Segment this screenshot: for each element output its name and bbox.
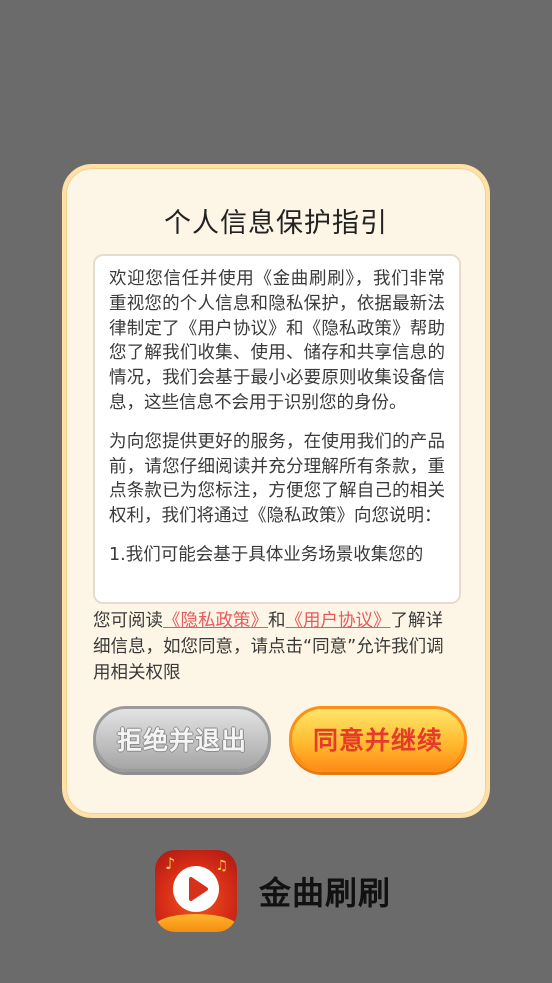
- dialog-title: 个人信息保护指引: [164, 208, 388, 239]
- privacy-policy-link[interactable]: 《隐私政策》: [163, 611, 268, 631]
- policy-text-content: 欢迎您信任并使用《金曲刷刷》，我们非常重视您的个人信息和隐私保护，依据最新法律制…: [95, 256, 459, 568]
- scroll-fade-overlay: [95, 574, 459, 602]
- consent-notice: 您可阅读《隐私政策》和《用户协议》了解详细信息，如您同意，请点击“同意”允许我们…: [93, 608, 460, 686]
- agree-and-continue-button[interactable]: 同意并继续: [289, 706, 467, 772]
- play-icon: [173, 866, 219, 912]
- policy-scroll-area[interactable]: 欢迎您信任并使用《金曲刷刷》，我们非常重视您的个人信息和隐私保护，依据最新法律制…: [93, 254, 461, 604]
- user-agreement-link[interactable]: 《用户协议》: [286, 611, 391, 631]
- icon-gold-base: [155, 914, 237, 932]
- privacy-dialog: 个人信息保护指引 欢迎您信任并使用《金曲刷刷》，我们非常重视您的个人信息和隐私保…: [62, 164, 490, 818]
- reject-and-exit-button[interactable]: 拒绝并退出: [93, 706, 271, 772]
- policy-paragraph: 为向您提供更好的服务，在使用我们的产品前，请您仔细阅读并充分理解所有条款，重点条…: [109, 431, 445, 527]
- policy-paragraph: 1.我们可能会基于具体业务场景收集您的: [109, 544, 424, 565]
- app-branding: ♪ ♫ 金曲刷刷: [155, 850, 391, 932]
- app-name: 金曲刷刷: [259, 874, 392, 912]
- notice-prefix: 您可阅读: [93, 611, 163, 631]
- play-music-icon: ♪ ♫: [155, 850, 237, 932]
- notice-and: 和: [268, 611, 286, 631]
- policy-paragraph: 欢迎您信任并使用《金曲刷刷》，我们非常重视您的个人信息和隐私保护，依据最新法律制…: [109, 269, 445, 413]
